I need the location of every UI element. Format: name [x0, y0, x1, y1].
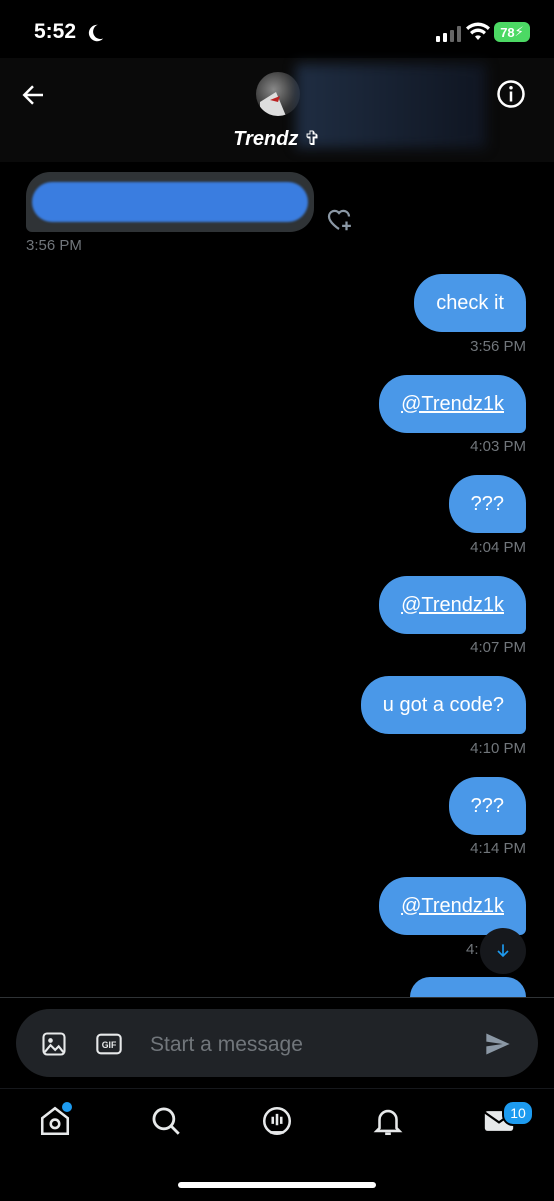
search-icon[interactable]: [149, 1104, 183, 1138]
contact-name[interactable]: Trendz ✞: [0, 126, 554, 151]
spaces-icon[interactable]: [260, 1104, 294, 1138]
notification-dot: [62, 1102, 72, 1112]
outgoing-message-bubble[interactable]: @Trendz1k: [379, 576, 526, 634]
message-text: u got a code?: [382, 693, 504, 716]
message-text: check it: [436, 291, 504, 314]
message-timestamp: 4:03 PM: [470, 438, 526, 455]
outgoing-message-bubble[interactable]: @Trendz1k: [379, 877, 526, 935]
message-timestamp: 4:07 PM: [470, 639, 526, 656]
messages-badge: 10: [502, 1100, 534, 1126]
arrow-down-icon: [497, 944, 509, 958]
signal-icon: [436, 26, 461, 42]
mention-link[interactable]: @Trendz1k: [401, 895, 504, 918]
message-timestamp: 4:14 PM: [470, 840, 526, 857]
redacted-scribble: [32, 182, 308, 222]
svg-text:GIF: GIF: [102, 1040, 117, 1050]
message-timestamp: 3:56 PM: [470, 338, 526, 355]
notifications-bell-icon[interactable]: [371, 1104, 405, 1138]
message-text: ???: [470, 794, 504, 817]
message-text: ???: [470, 492, 504, 515]
message-timestamp: 3:56 PM: [26, 237, 82, 254]
incoming-message-bubble[interactable]: [26, 172, 314, 232]
message-input[interactable]: [148, 1024, 472, 1066]
home-indicator: [178, 1182, 376, 1188]
outgoing-message-bubble[interactable]: u got a code?: [360, 676, 526, 734]
outgoing-message-bubble[interactable]: ???: [448, 777, 526, 835]
battery-indicator: 78 ⚡: [494, 22, 530, 42]
outgoing-message-bubble[interactable]: ???: [448, 475, 526, 533]
divider: [0, 997, 554, 998]
info-icon[interactable]: [496, 79, 526, 109]
back-arrow-icon[interactable]: [18, 80, 48, 110]
status-time: 5:52: [34, 20, 77, 43]
avatar[interactable]: [256, 72, 300, 116]
gif-icon[interactable]: GIF: [95, 1030, 123, 1058]
battery-level: 78: [500, 24, 515, 40]
avatar-image: [260, 92, 286, 116]
message-timestamp: 4:04 PM: [470, 539, 526, 556]
send-icon[interactable]: [484, 1030, 512, 1058]
mention-link[interactable]: @Trendz1k: [401, 393, 504, 416]
heart-plus-icon[interactable]: [324, 204, 354, 234]
outgoing-message-bubble[interactable]: @Trendz1k: [379, 375, 526, 433]
charging-icon: ⚡: [514, 24, 524, 39]
moon-icon: [88, 24, 104, 42]
outgoing-message-bubble-partial[interactable]: [410, 977, 526, 997]
scroll-to-bottom-button[interactable]: [480, 928, 526, 974]
outgoing-message-bubble[interactable]: check it: [414, 274, 526, 332]
message-timestamp: 4:10 PM: [470, 740, 526, 757]
message-timestamp: 4:: [466, 941, 479, 958]
image-icon[interactable]: [40, 1030, 68, 1058]
mention-link[interactable]: @Trendz1k: [401, 594, 504, 617]
wifi-icon: [466, 22, 490, 40]
